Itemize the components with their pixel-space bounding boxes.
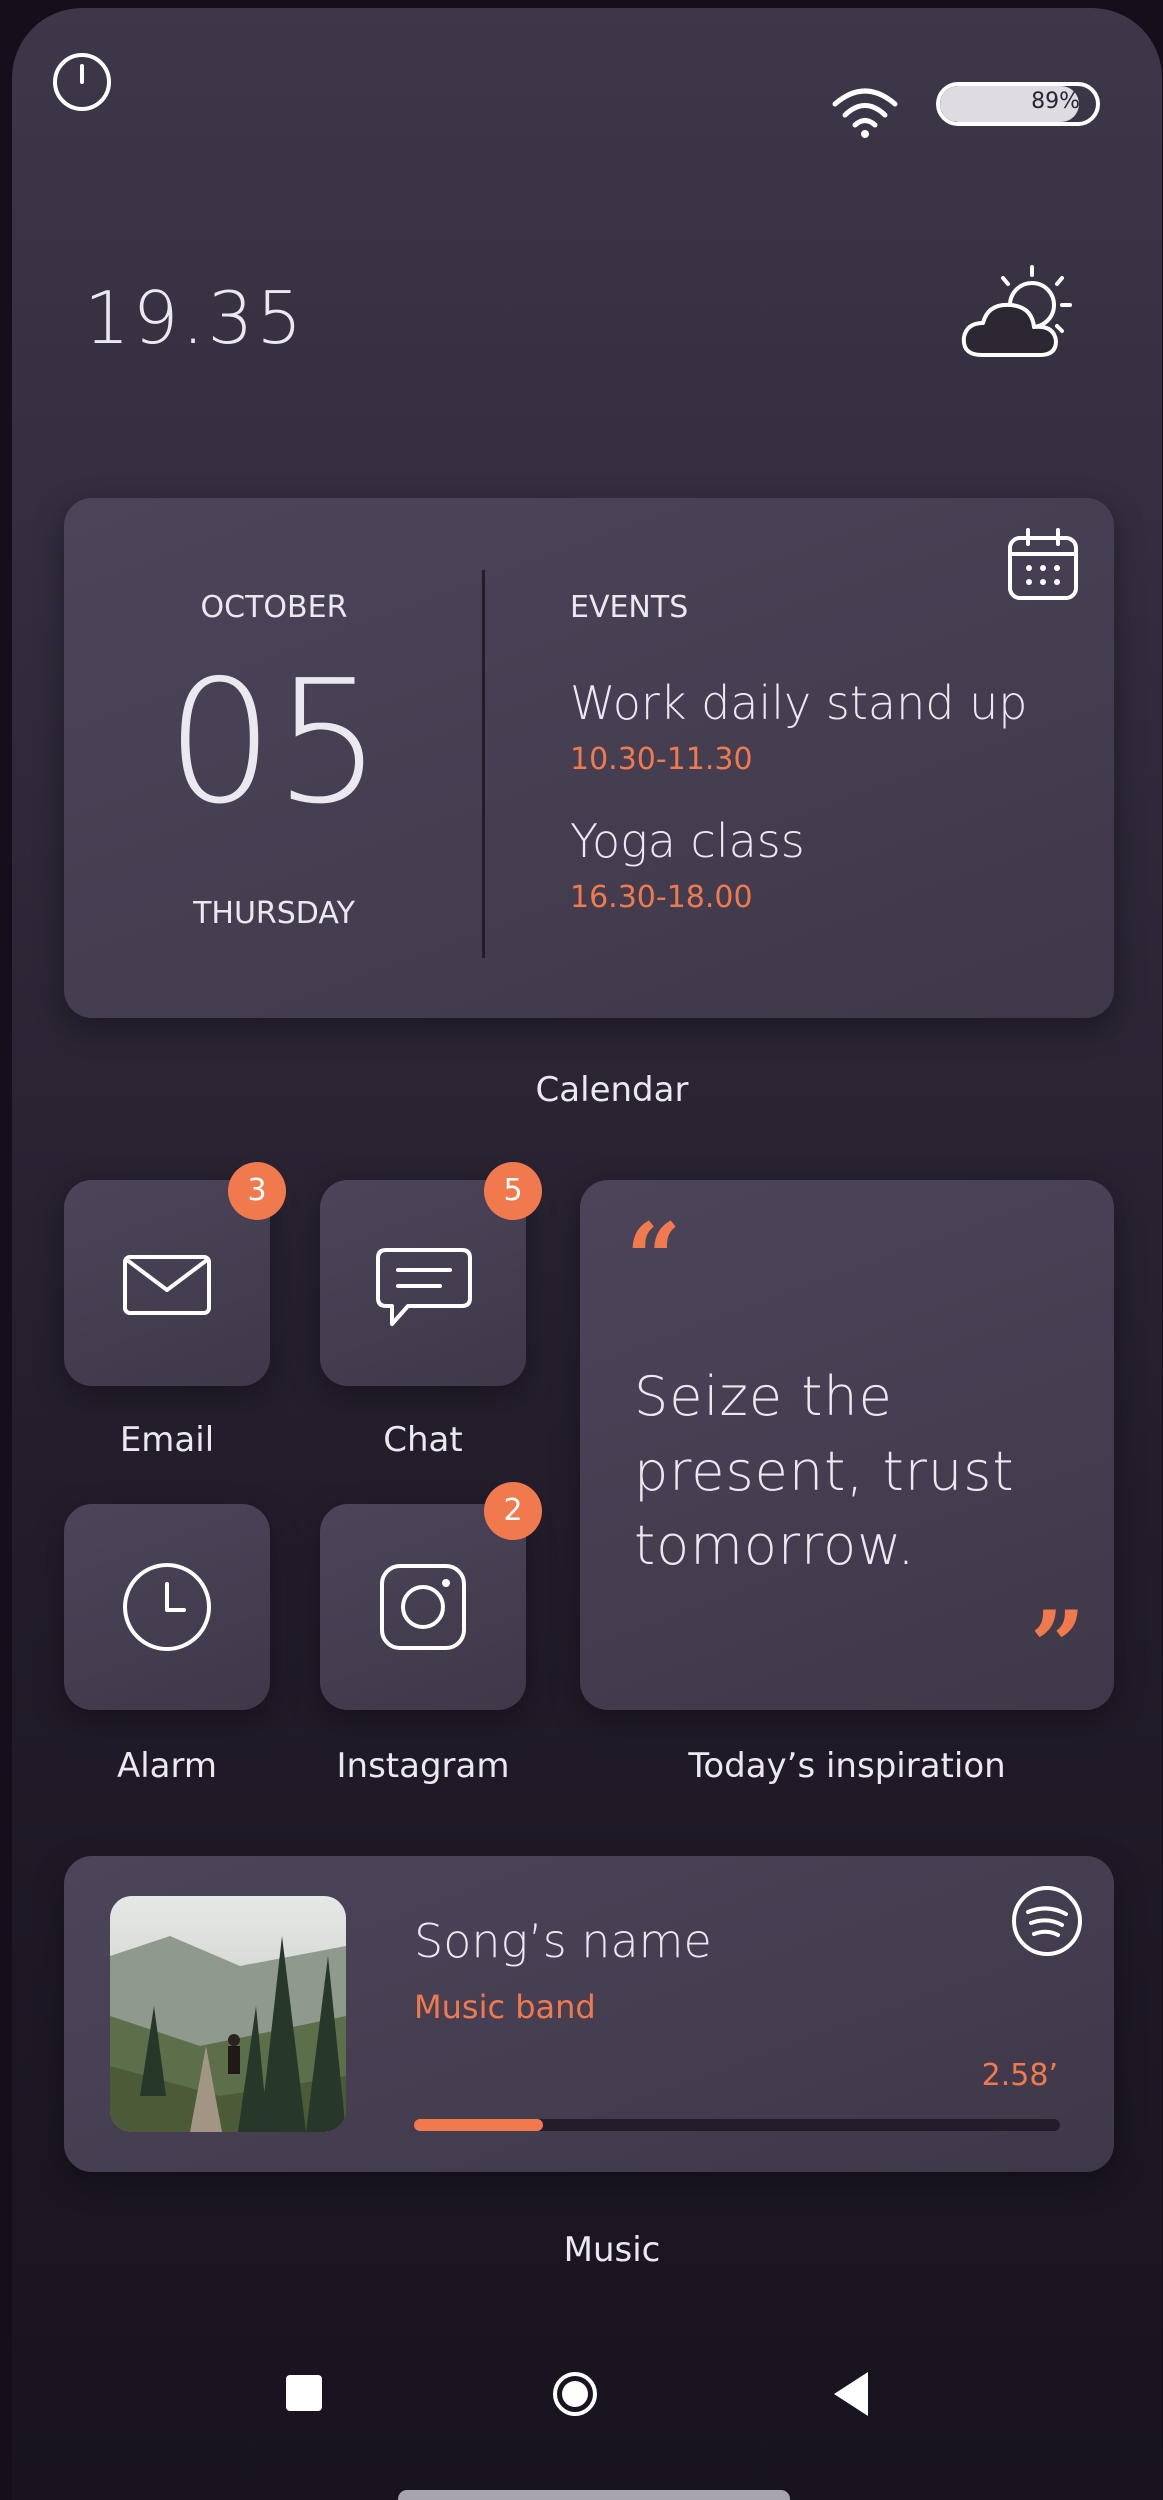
event-title: Work daily stand up: [570, 676, 1028, 730]
alarm-label: Alarm: [116, 1746, 218, 1786]
gesture-bar[interactable]: [398, 2490, 790, 2500]
calendar-weekday: THURSDAY: [193, 896, 355, 931]
phone-screen: 89% 19.35 OCTOBER 05 THURSDAY EVENTS Wor…: [12, 8, 1162, 2500]
instagram-badge: 2: [484, 1482, 542, 1540]
progress-fill: [414, 2119, 544, 2131]
home-button[interactable]: [550, 2369, 600, 2423]
instagram-app[interactable]: [320, 1504, 526, 1710]
calendar-day: 05: [165, 644, 383, 842]
song-artist: Music band: [414, 1988, 596, 2026]
event-item[interactable]: Work daily stand up 10.30-11.30: [570, 676, 1027, 777]
progress-track[interactable]: [414, 2119, 1060, 2131]
battery-indicator: 89%: [936, 82, 1100, 126]
clock-icon: [120, 1560, 214, 1658]
event-time: 10.30-11.30: [570, 742, 753, 777]
recents-button[interactable]: [286, 2375, 322, 2411]
partly-cloudy-sun-icon: [956, 253, 1086, 367]
email-label: Email: [119, 1420, 215, 1460]
alarm-app[interactable]: [64, 1504, 270, 1710]
song-title: Song’s name: [414, 1914, 712, 1968]
album-art: [110, 1896, 346, 2132]
event-item[interactable]: Yoga class 16.30-18.00: [570, 814, 805, 915]
chat-icon: [374, 1246, 474, 1334]
event-title: Yoga class: [570, 814, 805, 868]
instagram-icon: [378, 1562, 468, 1656]
close-quote-mark: ”: [1030, 1590, 1086, 1703]
chat-label: Chat: [383, 1420, 463, 1460]
calendar-icon[interactable]: [1004, 526, 1082, 608]
song-time: 2.58’: [981, 2058, 1058, 2093]
calendar-divider: [482, 570, 485, 958]
calendar-label: Calendar: [535, 1070, 689, 1110]
calendar-month: OCTOBER: [200, 590, 348, 625]
mail-icon: [122, 1254, 212, 1320]
email-badge: 3: [228, 1162, 286, 1220]
timer-icon: [50, 50, 114, 118]
event-time: 16.30-18.00: [570, 880, 753, 915]
clock-time: 19.35: [84, 276, 306, 360]
music-widget[interactable]: Song’s name Music band 2.58’: [64, 1856, 1114, 2172]
wifi-icon: [830, 82, 900, 144]
spotify-icon[interactable]: [1010, 1884, 1084, 1962]
calendar-widget[interactable]: OCTOBER 05 THURSDAY EVENTS Work daily st…: [64, 498, 1114, 1018]
open-quote-mark: “: [626, 1202, 682, 1315]
inspiration-label: Today’s inspiration: [688, 1746, 1006, 1786]
music-label: Music: [563, 2230, 661, 2270]
events-header: EVENTS: [570, 590, 689, 625]
battery-percent: 89%: [1031, 89, 1080, 114]
quote-text: Seize the present, trust tomorrow.: [634, 1365, 1015, 1578]
instagram-label: Instagram: [336, 1746, 510, 1786]
back-button[interactable]: [830, 2370, 870, 2422]
inspiration-widget[interactable]: “ Seize the present, trust tomorrow. ”: [580, 1180, 1114, 1710]
chat-badge: 5: [484, 1162, 542, 1220]
